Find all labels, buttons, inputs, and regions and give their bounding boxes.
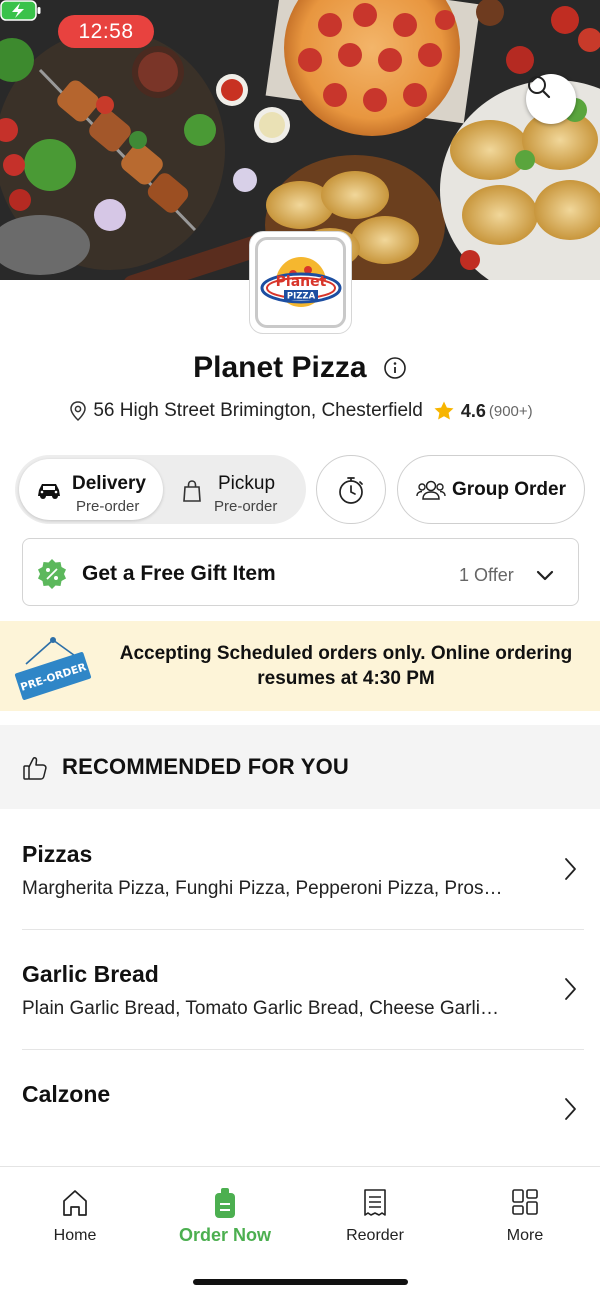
banner-message: Accepting Scheduled orders only. Online … — [119, 643, 573, 689]
restaurant-address: 56 High Street Brimington, Chesterfield — [93, 400, 423, 421]
recommended-title: RECOMMENDED FOR YOU — [62, 754, 349, 779]
nav-order-now-label: Order Now — [178, 1225, 271, 1245]
pickup-option[interactable]: Pickup Pre-order — [165, 459, 302, 520]
category-items: Margherita Pizza, Funghi Pizza, Pepperon… — [22, 878, 503, 899]
bottom-navigation: Home Order Now Reorder More — [0, 1166, 600, 1298]
group-order-button[interactable]: Group Order — [397, 455, 585, 524]
group-icon — [416, 480, 446, 500]
chevron-right-icon — [565, 1098, 576, 1120]
offer-card[interactable]: Get a Free Gift Item 1 Offer — [22, 538, 579, 606]
nav-reorder[interactable]: Reorder — [300, 1187, 450, 1257]
recommended-header: RECOMMENDED FOR YOU — [0, 725, 600, 809]
schedule-banner: PRE-ORDER Accepting Scheduled orders onl… — [0, 621, 600, 711]
category-name: Garlic Bread — [22, 961, 159, 987]
nav-more-label: More — [506, 1227, 544, 1244]
category-row[interactable]: Calzone — [0, 1050, 600, 1166]
chevron-down-icon — [536, 570, 554, 581]
schedule-button[interactable] — [316, 455, 386, 524]
location-pin-icon — [70, 401, 87, 422]
discount-badge-icon — [38, 559, 66, 589]
car-icon — [38, 484, 60, 499]
pickup-sub: Pre-order — [214, 498, 278, 515]
category-row[interactable]: Garlic Bread Plain Garlic Bread, Tomato … — [0, 930, 600, 1050]
rating-count: (900+) — [488, 402, 533, 420]
star-icon — [434, 401, 454, 420]
nav-home-label: Home — [53, 1227, 97, 1244]
receipt-icon — [364, 1189, 386, 1216]
nav-order-now[interactable]: Order Now — [150, 1187, 300, 1257]
restaurant-name: Planet Pizza — [193, 351, 367, 385]
delivery-label: Delivery — [72, 473, 146, 494]
stopwatch-icon — [339, 476, 363, 504]
thumbs-up-icon — [23, 757, 47, 780]
search-icon — [528, 76, 551, 99]
offer-count: 1 Offer — [459, 565, 514, 585]
planet-pizza-logo-icon: Planet PIZZA — [260, 256, 341, 307]
restaurant-name-row: Planet Pizza — [0, 350, 600, 385]
order-mode-toggle: Delivery Pre-order Pickup Pre-order — [15, 455, 306, 524]
pre-order-sign-icon: PRE-ORDER — [14, 637, 92, 700]
rating-value: 4.6 — [460, 400, 486, 421]
delivery-option[interactable]: Delivery Pre-order — [19, 459, 163, 520]
pickup-label: Pickup — [218, 473, 276, 494]
info-icon[interactable] — [383, 356, 407, 380]
category-name: Pizzas — [22, 841, 93, 867]
address-row: 56 High Street Brimington, Chesterfield … — [0, 400, 600, 422]
order-icon — [215, 1188, 235, 1218]
chevron-right-icon — [565, 978, 576, 1000]
battery-charging-icon — [0, 0, 41, 21]
chevron-right-icon — [565, 858, 576, 880]
home-icon — [63, 1190, 87, 1216]
shopping-bag-icon — [183, 480, 201, 502]
nav-more[interactable]: More — [450, 1187, 600, 1257]
home-indicator — [193, 1279, 408, 1285]
logo-text-top: Planet — [275, 274, 326, 290]
search-button[interactable] — [526, 74, 576, 124]
category-row[interactable]: Pizzas Margherita Pizza, Funghi Pizza, P… — [0, 810, 600, 930]
delivery-sub: Pre-order — [76, 498, 140, 515]
logo-text-bottom: PIZZA — [286, 291, 315, 301]
group-order-label: Group Order — [451, 478, 566, 500]
status-time: 12:58 — [58, 15, 154, 48]
grid-icon — [512, 1189, 538, 1215]
category-items: Plain Garlic Bread, Tomato Garlic Bread,… — [22, 998, 499, 1019]
category-name: Calzone — [22, 1081, 111, 1107]
nav-home[interactable]: Home — [0, 1187, 150, 1257]
restaurant-logo: Planet PIZZA — [249, 231, 352, 334]
nav-reorder-label: Reorder — [346, 1227, 404, 1244]
offer-title: Get a Free Gift Item — [82, 562, 276, 585]
